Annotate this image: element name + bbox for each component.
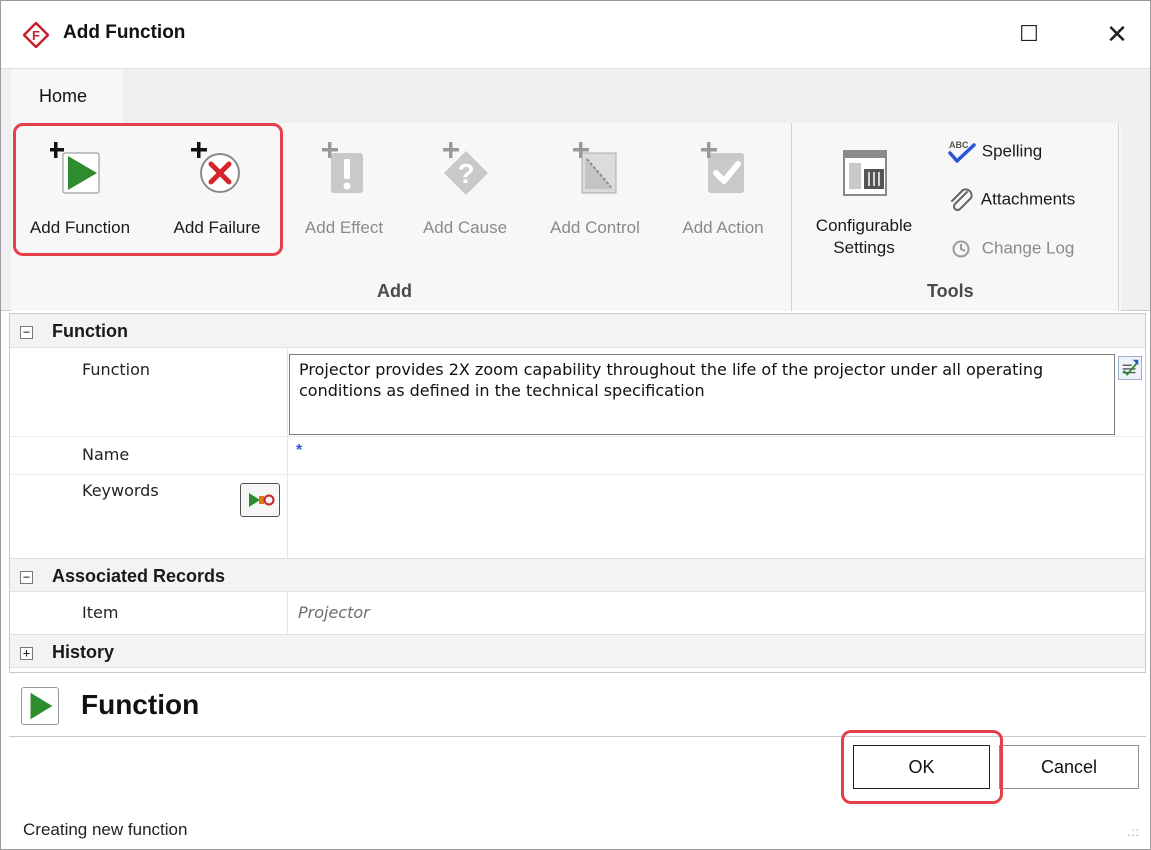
row-divider [10, 436, 1145, 437]
configurable-settings-button[interactable]: Configurable Settings [801, 139, 927, 259]
keywords-button[interactable] [240, 483, 280, 517]
spelling-label: Spelling [981, 141, 1043, 161]
add-function-dialog: F Add Function ☐ ✕ Home Add Function Add… [0, 0, 1151, 850]
add-action-icon [701, 142, 744, 193]
attachments-label: Attachments [980, 189, 1076, 209]
attachments-icon [951, 188, 973, 212]
svg-text:ABC: ABC [949, 140, 969, 150]
status-text: Creating new function [23, 820, 188, 839]
function-play-icon [21, 687, 59, 725]
spelling-button[interactable]: ABC Spelling [947, 139, 1042, 165]
add-control-icon [573, 142, 617, 194]
close-button[interactable]: ✕ [1102, 19, 1132, 49]
section-header-function[interactable]: − Function [10, 314, 1145, 348]
name-input[interactable]: * [296, 442, 302, 460]
item-value: Projector [298, 603, 370, 622]
column-divider [287, 348, 288, 558]
function-description-input[interactable]: Projector provides 2X zoom capability th… [289, 354, 1115, 435]
keywords-input[interactable] [289, 476, 1139, 556]
collapse-function-icon[interactable]: − [20, 326, 33, 339]
add-cause-icon: ? [443, 142, 488, 195]
keywords-field-label: Keywords [82, 481, 159, 500]
edit-text-icon[interactable] [1118, 356, 1142, 380]
change-log-label: Change Log [981, 238, 1075, 258]
cancel-button[interactable]: Cancel [999, 745, 1139, 789]
collapse-associated-records-icon[interactable]: − [20, 571, 33, 584]
tab-home[interactable]: Home [11, 69, 123, 123]
maximize-button[interactable]: ☐ [1014, 19, 1044, 49]
record-type-title: Function [81, 689, 200, 720]
svg-text:F: F [32, 28, 40, 43]
section-title: Function [52, 321, 128, 341]
ribbon-group-separator [791, 123, 792, 311]
column-divider [287, 592, 288, 634]
expand-history-icon[interactable]: + [20, 647, 33, 660]
add-effect-button[interactable]: Add Effect [289, 139, 399, 238]
configurable-settings-icon [843, 150, 887, 196]
resize-grip-icon[interactable]: .:: [1127, 825, 1140, 839]
add-control-button[interactable]: Add Control [531, 139, 659, 238]
section-title: Associated Records [52, 566, 226, 586]
section-title: History [52, 642, 115, 662]
attachments-button[interactable]: Attachments [947, 187, 1075, 213]
configurable-settings-label-line1: Configurable [815, 216, 913, 235]
add-control-label: Add Control [550, 218, 640, 237]
window-title: Add Function [63, 22, 186, 43]
add-action-label: Add Action [682, 218, 764, 237]
ribbon: Home Add Function Add Failure Add Effect… [1, 69, 1150, 311]
highlight-ok-button [841, 730, 1003, 804]
change-log-icon [952, 240, 970, 258]
ribbon-group-add-label: Add [377, 281, 412, 301]
add-cause-button[interactable]: ? Add Cause [409, 139, 521, 238]
item-field-label: Item [82, 603, 119, 622]
app-logo-icon: F [23, 22, 49, 48]
name-field-label: Name [82, 445, 130, 464]
add-effect-icon [322, 142, 363, 193]
add-cause-label: Add Cause [422, 218, 508, 237]
function-field-label: Function [82, 360, 151, 379]
section-header-history[interactable]: + History [10, 634, 1145, 668]
add-effect-label: Add Effect [304, 218, 384, 237]
add-action-button[interactable]: Add Action [667, 139, 779, 238]
record-type-header: Function [9, 675, 1146, 737]
change-log-button[interactable]: Change Log [947, 236, 1074, 262]
ribbon-group-separator [1118, 123, 1119, 311]
keywords-icon [249, 493, 275, 507]
row-divider [10, 474, 1145, 475]
spelling-icon: ABC [948, 140, 976, 163]
ribbon-group-tools-label: Tools [927, 281, 974, 301]
title-bar: F Add Function ☐ ✕ [1, 1, 1150, 69]
section-header-associated-records[interactable]: − Associated Records [10, 558, 1145, 592]
highlight-add-buttons [13, 123, 283, 256]
property-grid: − Function Function Projector provides 2… [9, 313, 1146, 673]
configurable-settings-label-line2: Settings [833, 238, 895, 257]
svg-text:?: ? [457, 158, 474, 189]
